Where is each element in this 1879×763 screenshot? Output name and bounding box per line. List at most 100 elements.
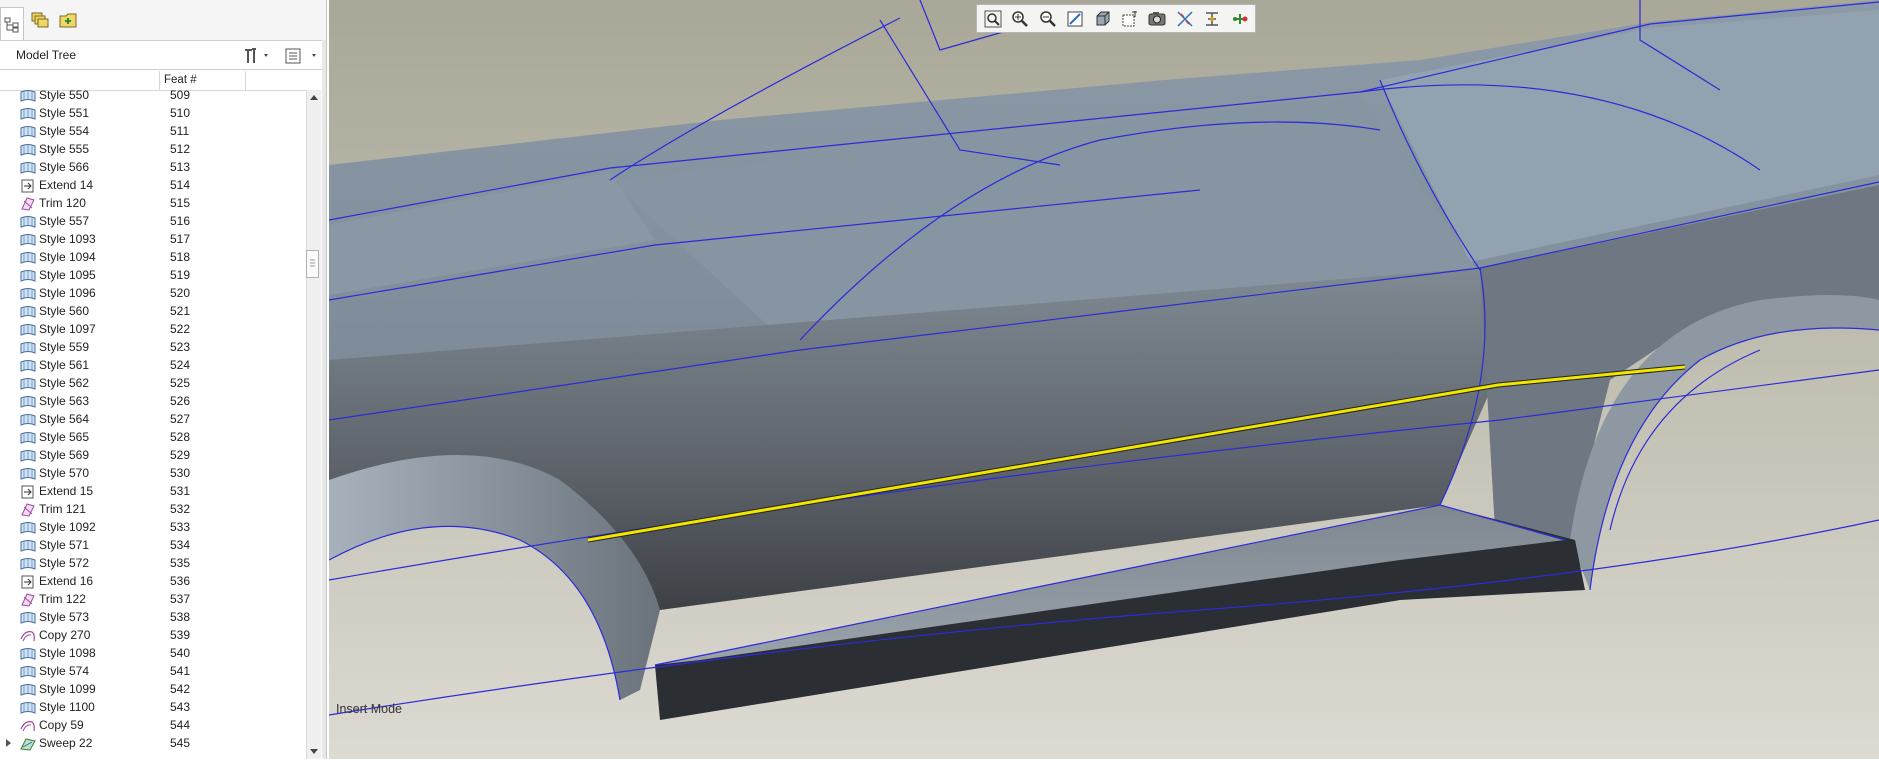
style-feature-icon <box>20 395 36 409</box>
feature-name: Style 550 <box>39 90 90 102</box>
feature-number: 538 <box>170 610 191 624</box>
feature-number: 541 <box>170 664 191 678</box>
feature-name: Style 573 <box>39 610 90 624</box>
tree-row[interactable]: Extend 16 536 <box>0 573 306 591</box>
folder-browser-icon <box>59 13 77 28</box>
style-feature-icon <box>20 683 36 697</box>
feature-number: 514 <box>170 178 191 192</box>
tree-row[interactable]: Style 572 535 <box>0 555 306 573</box>
feature-name: Trim 120 <box>39 196 86 210</box>
layers-icon <box>31 12 49 28</box>
tree-row[interactable]: Style 1097 522 <box>0 321 306 339</box>
feature-number: 532 <box>170 502 191 516</box>
style-feature-icon <box>20 359 36 373</box>
tree-row[interactable]: Style 560 521 <box>0 303 306 321</box>
feature-name: Style 571 <box>39 538 90 552</box>
feature-name: Copy 59 <box>39 718 84 732</box>
graphics-window[interactable]: Insert Mode <box>329 0 1879 759</box>
name-column-header[interactable] <box>0 71 160 90</box>
layers-tab[interactable] <box>29 8 51 32</box>
zoom-in-button[interactable] <box>1008 7 1032 31</box>
tree-row[interactable]: Style 571 534 <box>0 537 306 555</box>
feature-name: Style 561 <box>39 358 90 372</box>
tree-row[interactable]: Style 1096 520 <box>0 285 306 303</box>
tree-row[interactable]: Copy 59 544 <box>0 717 306 735</box>
tree-row[interactable]: Style 574 541 <box>0 663 306 681</box>
feature-number: 521 <box>170 304 191 318</box>
tree-row[interactable]: Sweep 22 545 <box>0 735 306 753</box>
show-columns-button[interactable] <box>284 47 320 65</box>
feature-number: 520 <box>170 286 191 300</box>
tree-row[interactable]: Style 562 525 <box>0 375 306 393</box>
tree-row[interactable]: Style 573 538 <box>0 609 306 627</box>
feature-number: 515 <box>170 196 191 210</box>
tree-row[interactable]: Extend 15 531 <box>0 483 306 501</box>
model-tree-tab[interactable] <box>0 7 24 41</box>
style-feature-icon <box>20 215 36 229</box>
saved-orientations-button[interactable] <box>1118 7 1142 31</box>
tree-row[interactable]: Style 561 524 <box>0 357 306 375</box>
datum-display-button[interactable] <box>1173 7 1197 31</box>
folder-browser-tab[interactable] <box>57 8 79 32</box>
tree-row[interactable]: Copy 270 539 <box>0 627 306 645</box>
feature-number: 531 <box>170 484 191 498</box>
tree-row[interactable]: Style 1092 533 <box>0 519 306 537</box>
tree-row[interactable]: Style 1094 518 <box>0 249 306 267</box>
tree-settings-button[interactable] <box>242 47 272 65</box>
repaint-button[interactable] <box>1063 7 1087 31</box>
feature-name: Extend 16 <box>39 574 94 588</box>
panel-resize-sash[interactable] <box>322 40 326 759</box>
expand-arrow-icon[interactable] <box>6 739 11 747</box>
feature-number: 528 <box>170 430 191 444</box>
feature-name: Extend 14 <box>39 178 94 192</box>
tree-row[interactable]: Trim 121 532 <box>0 501 306 519</box>
feature-number: 522 <box>170 322 191 336</box>
feature-name: Style 1099 <box>39 682 96 696</box>
annotation-display-button[interactable] <box>1228 7 1252 31</box>
tree-row[interactable]: Style 1095 519 <box>0 267 306 285</box>
feature-name: Style 1098 <box>39 646 96 660</box>
tree-row[interactable]: Style 555 512 <box>0 141 306 159</box>
tree-row[interactable]: Style 1098 540 <box>0 645 306 663</box>
tree-row[interactable]: Style 563 526 <box>0 393 306 411</box>
tree-row[interactable]: Style 1100 543 <box>0 699 306 717</box>
column-divider <box>245 71 246 90</box>
style-feature-icon <box>20 557 36 571</box>
tree-row[interactable]: Style 570 530 <box>0 465 306 483</box>
tree-vertical-scrollbar[interactable] <box>306 90 321 759</box>
tree-row[interactable]: Style 1093 517 <box>0 231 306 249</box>
feature-number: 529 <box>170 448 191 462</box>
zoom-out-button[interactable] <box>1036 7 1060 31</box>
feature-number: 542 <box>170 682 191 696</box>
refit-button[interactable] <box>981 7 1005 31</box>
tree-row[interactable]: Style 569 529 <box>0 447 306 465</box>
feature-name: Style 1094 <box>39 250 96 264</box>
feature-name: Style 564 <box>39 412 90 426</box>
view-manager-button[interactable] <box>1145 7 1169 31</box>
feature-name: Style 554 <box>39 124 90 138</box>
model-tree-title: Model Tree <box>16 48 77 62</box>
tree-row[interactable]: Style 559 523 <box>0 339 306 357</box>
tree-row[interactable]: Style 557 516 <box>0 213 306 231</box>
tree-row[interactable]: Trim 120 515 <box>0 195 306 213</box>
tree-row[interactable]: Style 551 510 <box>0 105 306 123</box>
tree-row[interactable]: Style 554 511 <box>0 123 306 141</box>
feature-number: 510 <box>170 106 191 120</box>
tree-row[interactable]: Style 564 527 <box>0 411 306 429</box>
tree-row[interactable]: Extend 14 514 <box>0 177 306 195</box>
feat-number-column-header[interactable]: Feat # <box>164 74 197 86</box>
tree-row[interactable]: Style 566 513 <box>0 159 306 177</box>
tree-row[interactable]: Style 1099 542 <box>0 681 306 699</box>
feature-number: 513 <box>170 160 191 174</box>
feature-name: Copy 270 <box>39 628 91 642</box>
tree-row[interactable]: Style 565 528 <box>0 429 306 447</box>
display-style-button[interactable] <box>1091 7 1115 31</box>
scrollbar-thumb[interactable] <box>306 250 319 278</box>
extend-feature-icon <box>20 485 36 499</box>
settings-tools-icon <box>245 48 268 63</box>
style-feature-icon <box>20 521 36 535</box>
tree-row[interactable]: Trim 122 537 <box>0 591 306 609</box>
tree-row[interactable]: Style 550 509 <box>0 90 306 105</box>
style-feature-icon <box>20 647 36 661</box>
spin-center-button[interactable] <box>1200 7 1224 31</box>
